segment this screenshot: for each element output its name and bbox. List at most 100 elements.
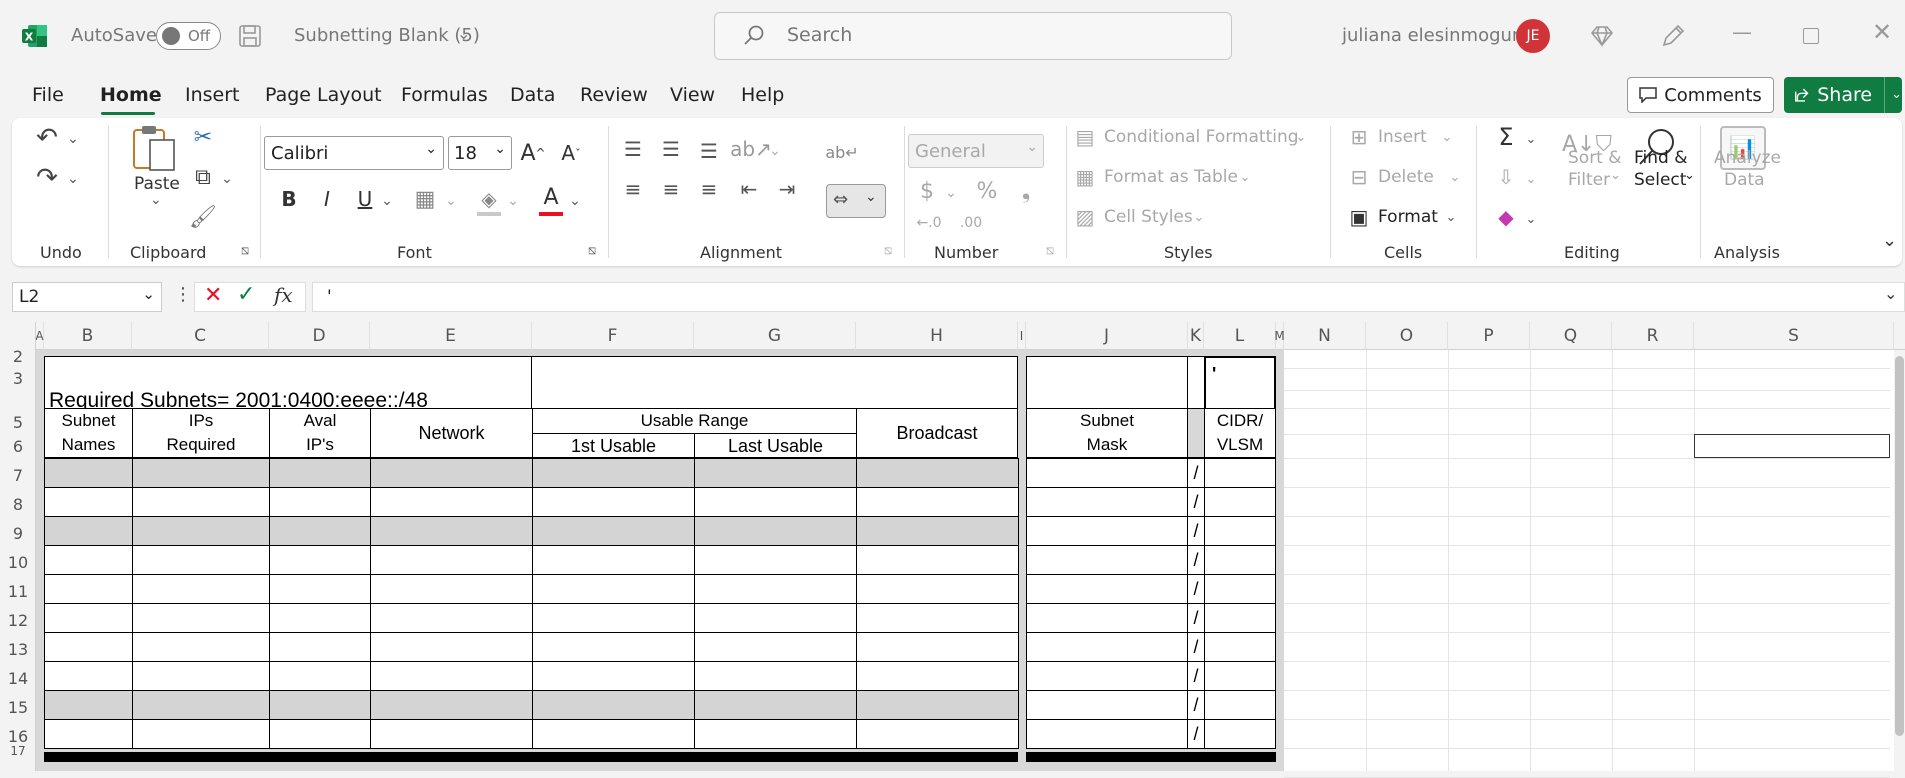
expand-formula-icon[interactable]: ⌄ [1884,284,1897,303]
column-header-q[interactable]: Q [1530,322,1612,350]
slash-cell[interactable]: / [1187,632,1205,662]
format-as-table-button[interactable]: Format as Table [1104,167,1238,187]
bold-icon[interactable]: B [276,184,302,214]
chevron-down-icon[interactable]: ⌄ [66,124,80,154]
insert-function-icon[interactable]: fx [274,283,293,307]
align-right-icon[interactable]: ≡ [694,174,724,204]
table-cell[interactable] [1204,719,1276,749]
table-cell[interactable] [1026,661,1188,691]
restore-icon[interactable] [1803,28,1819,44]
table-cell[interactable] [532,632,695,662]
table-cell[interactable] [1204,545,1276,575]
align-top-icon[interactable]: ☰ [618,134,648,164]
table-cell[interactable] [1204,516,1276,546]
align-middle-icon[interactable]: ☰ [656,134,686,164]
italic-icon[interactable]: I [314,184,340,214]
delete-button[interactable]: Delete [1378,167,1434,187]
table-cell[interactable] [856,603,1019,633]
header-first-usable[interactable]: 1st Usable [532,433,695,458]
formula-input[interactable]: ' [312,282,1905,312]
table-cell[interactable] [44,719,133,749]
slash-cell[interactable]: / [1187,661,1205,691]
search-box[interactable]: Search [714,12,1232,60]
number-format-select[interactable]: General ⌄ [908,134,1044,168]
chevron-down-icon[interactable]: ⌄ [66,164,80,194]
table-cell[interactable] [269,574,371,604]
table-cell[interactable] [370,574,533,604]
table-cell[interactable] [370,661,533,691]
decrease-indent-icon[interactable]: ⇤ [734,174,764,204]
table-cell[interactable] [856,719,1019,749]
header-aval-ips[interactable]: Aval IP's [269,408,371,458]
tab-file[interactable]: File [32,84,64,106]
table-cell[interactable] [370,516,533,546]
chevron-down-icon[interactable]: ⌄ [1524,124,1538,154]
table-cell[interactable] [1204,458,1276,488]
table-cell[interactable] [132,545,270,575]
clear-icon[interactable]: ◆ [1492,202,1520,232]
table-cell[interactable] [370,487,533,517]
table-cell[interactable] [370,719,533,749]
table-cell[interactable] [44,458,133,488]
table-cell[interactable] [1026,632,1188,662]
chevron-down-icon[interactable]: ⌄ [1440,122,1454,152]
avatar[interactable]: JE [1516,19,1550,53]
header-last-usable[interactable]: Last Usable [694,433,857,458]
header-ips-required[interactable]: IPs Required [132,408,270,458]
table-cell[interactable] [1204,574,1276,604]
increase-font-size-icon[interactable]: A ^ [518,138,548,168]
chevron-down-icon[interactable]: ⌄ [944,178,958,208]
tab-data[interactable]: Data [510,84,555,106]
enter-icon[interactable]: ✓ [237,282,255,307]
row-header-7[interactable]: 7 [0,458,36,487]
cell-styles-button[interactable]: Cell Styles [1104,207,1193,227]
autosave-toggle[interactable]: Off [156,22,221,50]
row-header-12[interactable]: 12 [0,603,36,632]
table-cell[interactable] [1026,545,1188,575]
table-cell[interactable] [1026,458,1188,488]
font-color-icon[interactable]: A [536,182,566,212]
table-cell[interactable] [370,545,533,575]
table-cell[interactable] [1026,690,1188,720]
slash-cell[interactable]: / [1187,458,1205,488]
format-button[interactable]: Format [1378,207,1438,227]
wrap-text-icon[interactable]: ab↵ [824,134,860,170]
column-header-n[interactable]: N [1284,322,1366,350]
tab-review[interactable]: Review [580,84,648,106]
header-broadcast[interactable]: Broadcast [856,408,1018,458]
table-cell[interactable] [532,545,695,575]
save-icon[interactable] [238,24,262,48]
font-name-select[interactable]: Calibri ⌄ [264,136,444,170]
table-cell[interactable] [856,487,1019,517]
table-cell[interactable] [856,458,1019,488]
tab-home[interactable]: Home [100,84,162,106]
header-cidr-vlsm[interactable]: CIDR/ VLSM [1204,408,1276,458]
tab-insert[interactable]: Insert [185,84,240,106]
dialog-launcher-icon[interactable]: ⧅ [584,242,600,258]
table-cell[interactable] [694,458,857,488]
chevron-down-icon[interactable]: ⌄ [768,136,782,166]
header-subnet-names[interactable]: Subnet Names [44,408,133,458]
user-name[interactable]: juliana elesinmogun [1342,25,1523,46]
minimize-icon[interactable]: — [1732,20,1752,44]
table-cell[interactable] [856,632,1019,662]
chevron-down-icon[interactable]: ⌄ [1610,168,1621,183]
percent-icon[interactable]: % [972,176,1002,206]
dialog-launcher-icon[interactable]: ⧅ [237,242,253,258]
chevron-down-icon[interactable]: ⌄ [220,164,234,194]
slash-cell[interactable]: / [1187,487,1205,517]
insert-button[interactable]: Insert [1378,127,1427,147]
table-cell[interactable] [44,487,133,517]
increase-indent-icon[interactable]: ⇥ [772,174,802,204]
chevron-down-icon[interactable]: ⌄ [1294,122,1308,152]
fill-color-icon[interactable]: ◈ [474,184,504,214]
chevron-down-icon[interactable]: ⌄ [506,186,520,216]
chevron-down-icon[interactable]: ⌄ [1684,168,1695,183]
table-cell[interactable] [44,516,133,546]
chevron-down-icon[interactable]: ⌄ [457,24,470,43]
column-header-d[interactable]: D [269,322,370,350]
name-box[interactable]: L2 ⌄ [12,282,162,312]
paste-button[interactable]: Paste ⌄ [124,124,190,214]
column-header-m[interactable]: M [1274,322,1285,350]
slash-cell[interactable]: / [1187,690,1205,720]
